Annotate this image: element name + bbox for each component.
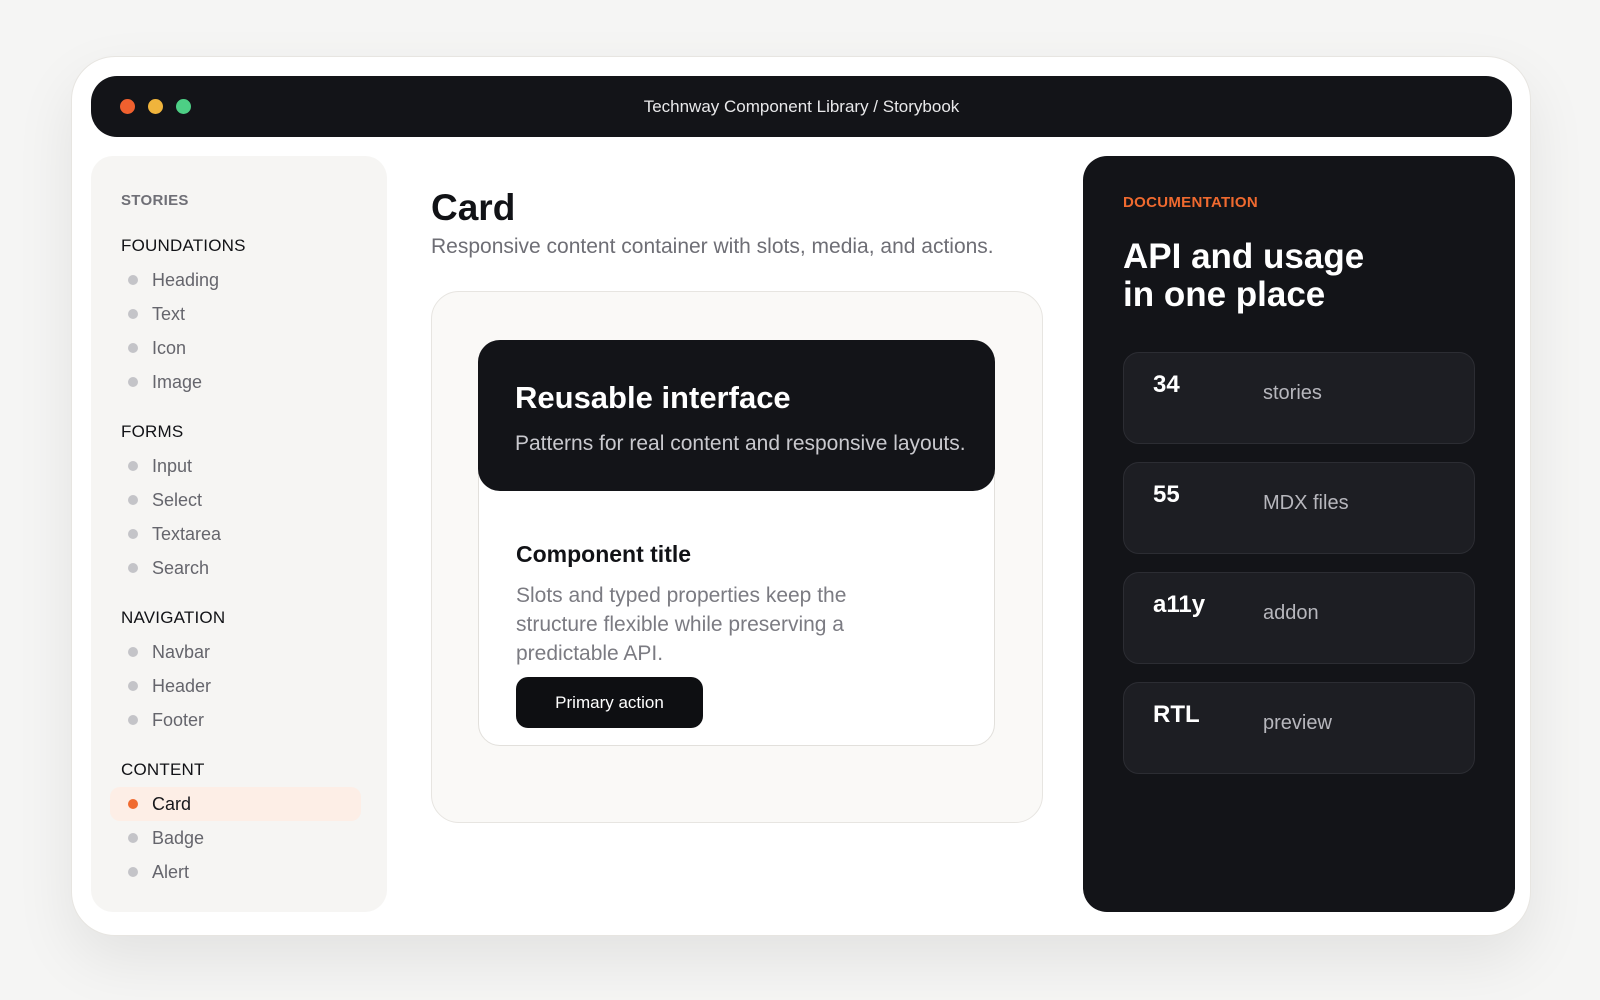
card-title: Component title xyxy=(516,541,692,567)
bullet-icon xyxy=(128,563,138,573)
stat-card-a11y: a11y addon xyxy=(1123,572,1475,664)
sidebar-item-label: Navbar xyxy=(152,642,211,662)
stat-value: RTL xyxy=(1153,701,1200,728)
sidebar-item-label: Header xyxy=(152,676,212,696)
sidebar-item-label: Input xyxy=(152,456,193,476)
sidebar-item-label: Card xyxy=(152,794,192,814)
documentation-panel: DOCUMENTATION API and usage in one place… xyxy=(1083,156,1515,912)
docs-title-line: in one place xyxy=(1123,275,1326,314)
stat-label: stories xyxy=(1263,382,1322,404)
docs-eyebrow: DOCUMENTATION xyxy=(1123,194,1258,211)
group-title-navigation: NAVIGATION xyxy=(121,608,226,627)
title-bar: Technway Component Library / Storybook xyxy=(91,76,1512,137)
group-title-forms: FORMS xyxy=(121,422,184,441)
sidebar-item-input[interactable]: Input xyxy=(110,449,361,483)
bullet-icon xyxy=(128,495,138,505)
sidebar-item-search[interactable]: Search xyxy=(110,551,361,585)
sidebar-item-image[interactable]: Image xyxy=(110,365,361,399)
sidebar-item-label: Search xyxy=(152,558,210,578)
sidebar-item-heading[interactable]: Heading xyxy=(110,263,361,297)
sidebar-item-textarea[interactable]: Textarea xyxy=(110,517,361,551)
bullet-icon xyxy=(128,799,138,809)
sidebar-item-label: Alert xyxy=(152,862,190,882)
sidebar-item-label: Select xyxy=(152,490,203,510)
group-title-content: CONTENT xyxy=(121,760,205,779)
sidebar-item-badge[interactable]: Badge xyxy=(110,821,361,855)
bullet-icon xyxy=(128,647,138,657)
stat-value: 34 xyxy=(1153,371,1180,398)
stat-value: 55 xyxy=(1153,481,1180,508)
bullet-icon xyxy=(128,681,138,691)
group-title-foundations: FOUNDATIONS xyxy=(121,236,246,255)
card-component: Reusable interface Patterns for real con… xyxy=(478,340,995,746)
card-media-text: Patterns for real content and responsive… xyxy=(515,432,966,455)
sidebar-item-label: Textarea xyxy=(152,524,222,544)
bullet-icon xyxy=(128,309,138,319)
primary-action-button[interactable]: Primary action xyxy=(516,677,703,728)
window-title: Technway Component Library / Storybook xyxy=(643,97,960,116)
sidebar-item-navbar[interactable]: Navbar xyxy=(110,635,361,669)
sidebar-item-label: Footer xyxy=(152,710,205,730)
card-body-text: Slots and typed properties keep the stru… xyxy=(516,584,847,665)
sidebar-item-header[interactable]: Header xyxy=(110,669,361,703)
stat-card-mdx-files: 55 MDX files xyxy=(1123,462,1475,554)
bullet-icon xyxy=(128,867,138,877)
sidebar-item-footer[interactable]: Footer xyxy=(110,703,361,737)
stat-label: MDX files xyxy=(1263,492,1349,514)
stat-label: addon xyxy=(1263,602,1319,624)
sidebar-item-label: Badge xyxy=(152,828,205,848)
story-preview-canvas: Reusable interface Patterns for real con… xyxy=(431,291,1043,823)
stat-card-stories: 34 stories xyxy=(1123,352,1475,444)
stat-card-rtl: RTL preview xyxy=(1123,682,1475,774)
card-media: Reusable interface Patterns for real con… xyxy=(478,340,995,491)
sidebar-heading: STORIES xyxy=(121,192,189,209)
card-media-title: Reusable interface xyxy=(515,380,791,415)
sidebar-item-label: Text xyxy=(152,304,186,324)
sidebar-item-alert[interactable]: Alert xyxy=(110,855,361,889)
docs-title: API and usage in one place xyxy=(1123,238,1463,314)
bullet-icon xyxy=(128,529,138,539)
sidebar-item-icon[interactable]: Icon xyxy=(110,331,361,365)
bullet-icon xyxy=(128,715,138,725)
bullet-icon xyxy=(128,343,138,353)
sidebar-item-label: Image xyxy=(152,372,203,392)
stories-sidebar: STORIES FOUNDATIONS Heading Text Icon Im… xyxy=(91,156,387,912)
bullet-icon xyxy=(128,833,138,843)
sidebar-item-text[interactable]: Text xyxy=(110,297,361,331)
stat-label: preview xyxy=(1263,712,1332,734)
sidebar-item-label: Heading xyxy=(152,270,220,290)
bullet-icon xyxy=(128,461,138,471)
stat-value: a11y xyxy=(1153,591,1206,618)
bullet-icon xyxy=(128,275,138,285)
sidebar-item-label: Icon xyxy=(152,338,187,358)
app-window: Technway Component Library / Storybook S… xyxy=(71,56,1531,936)
docs-title-line: API and usage xyxy=(1123,237,1365,276)
sidebar-item-card[interactable]: Card xyxy=(110,787,361,821)
bullet-icon xyxy=(128,377,138,387)
sidebar-item-select[interactable]: Select xyxy=(110,483,361,517)
page-subtitle: Responsive content container with slots,… xyxy=(431,235,994,258)
page-title: Card xyxy=(431,187,516,228)
